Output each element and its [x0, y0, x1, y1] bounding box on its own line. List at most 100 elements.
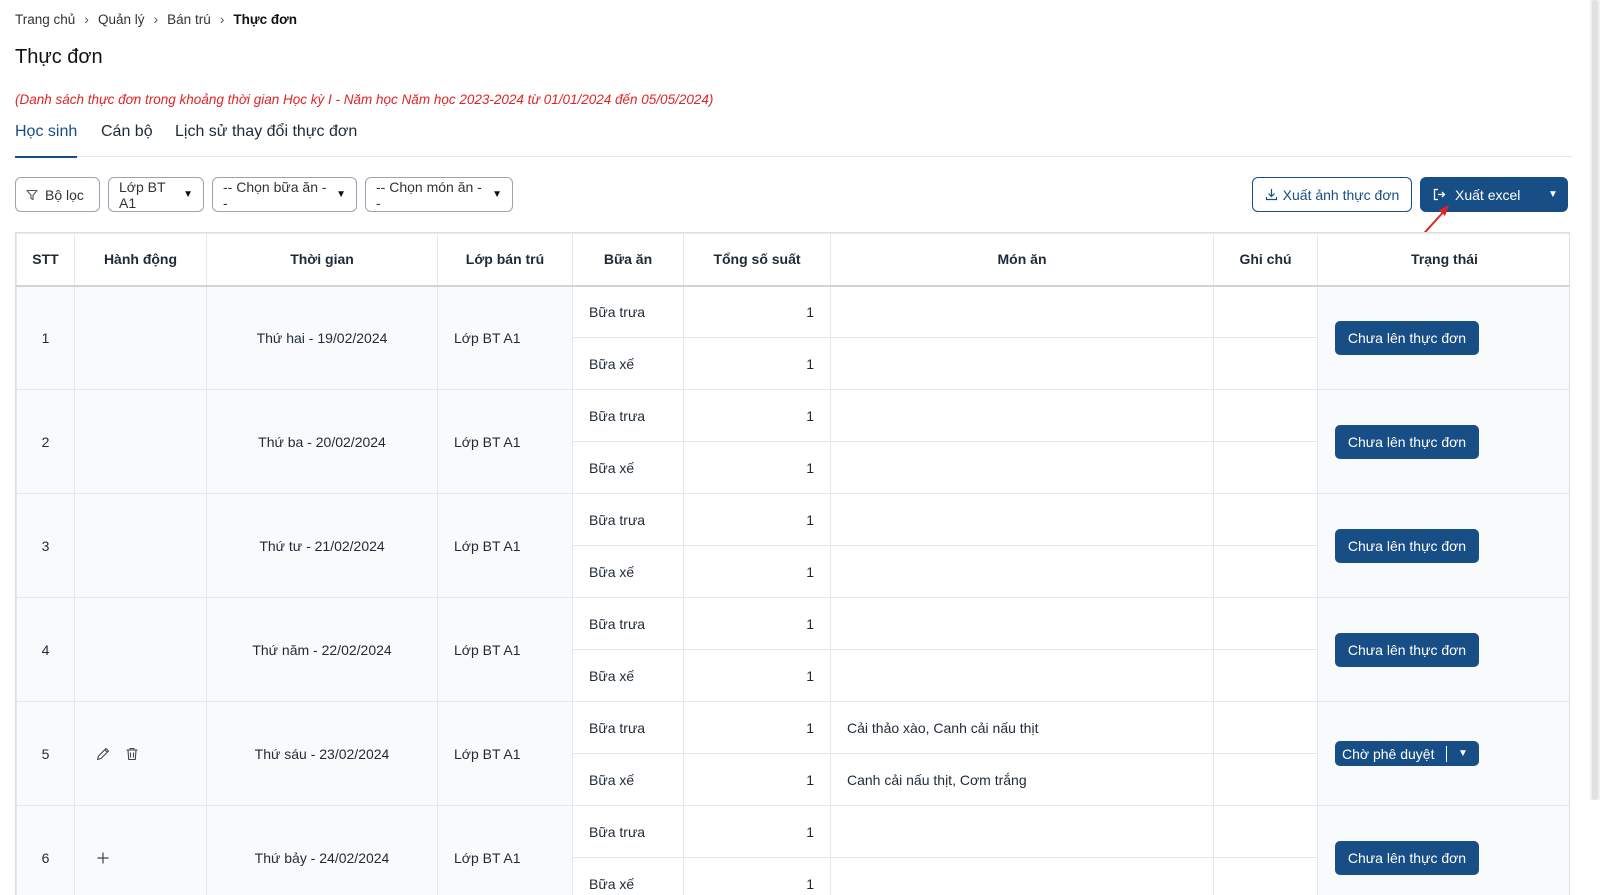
dish-select[interactable]: -- Chọn món ăn -- ▼: [365, 177, 513, 212]
col-header-total: Tổng số suất: [683, 233, 831, 287]
row-time: Thứ ba - 20/02/2024: [206, 389, 438, 494]
col-header-class: Lớp bán trú: [437, 233, 573, 287]
export-image-label: Xuất ảnh thực đơn: [1282, 186, 1400, 203]
status-dropdown-button[interactable]: Chờ phê duyệt ▼: [1335, 741, 1479, 766]
meal-qty: 1: [683, 441, 831, 494]
meal-qty: 1: [683, 649, 831, 702]
row-class: Lớp BT A1: [437, 285, 573, 390]
export-excel-label: Xuất excel: [1455, 186, 1521, 203]
meal-note: [1213, 805, 1318, 858]
status-button[interactable]: Chưa lên thực đơn: [1335, 632, 1479, 667]
meal-dish: Cải thảo xào, Canh cải nấu thịt: [830, 701, 1214, 754]
col-header-note: Ghi chú: [1213, 233, 1318, 287]
meal-qty: 1: [683, 701, 831, 754]
filter-button[interactable]: Bộ lọc: [15, 177, 100, 212]
export-image-button[interactable]: Xuất ảnh thực đơn: [1252, 177, 1412, 212]
meal-qty: 1: [683, 753, 831, 806]
col-header-dish: Món ăn: [830, 233, 1214, 287]
chevron-right-icon: ›: [219, 11, 225, 27]
period-description: (Danh sách thực đơn trong khoảng thời gi…: [15, 92, 714, 107]
class-select[interactable]: Lớp BT A1 ▼: [108, 177, 204, 212]
col-header-time: Thời gian: [206, 233, 438, 287]
meal-qty: 1: [683, 493, 831, 546]
breadcrumb-current: Thực đơn: [233, 11, 297, 27]
dish-select-value: -- Chọn món ăn --: [376, 178, 482, 211]
meal-note: [1213, 441, 1318, 494]
filter-button-label: Bộ lọc: [45, 186, 84, 203]
meal-note: [1213, 337, 1318, 390]
row-stt: 4: [16, 597, 75, 702]
meal-qty: 1: [683, 389, 831, 442]
row-time: Thứ hai - 19/02/2024: [206, 285, 438, 390]
row-status: Chưa lên thực đơn: [1317, 285, 1569, 390]
meal-name: Bữa trưa: [572, 285, 684, 338]
meal-note: [1213, 857, 1318, 895]
row-time: Thứ bảy - 24/02/2024: [206, 805, 438, 895]
table-row: 3 Thứ tư - 21/02/2024 Lớp BT A1 Bữa trưa…: [16, 493, 1569, 598]
row-stt: 5: [16, 701, 75, 806]
row-actions: [74, 389, 207, 494]
breadcrumb: Trang chủ › Quản lý › Bán trú › Thực đơn: [15, 11, 297, 27]
row-stt: 1: [16, 285, 75, 390]
chevron-down-icon: ▼: [183, 189, 193, 200]
meal-qty: 1: [683, 597, 831, 650]
chevron-down-icon[interactable]: ▼: [1447, 748, 1479, 759]
meal-select-value: -- Chọn bữa ăn --: [223, 178, 327, 211]
col-header-meal: Bữa ăn: [572, 233, 684, 287]
status-button[interactable]: Chưa lên thực đơn: [1335, 528, 1479, 563]
scrollbar-thumb[interactable]: [1592, 0, 1598, 800]
meal-name: Bữa trưa: [572, 701, 684, 754]
row-time: Thứ sáu - 23/02/2024: [206, 701, 438, 806]
meal-dish: [830, 545, 1214, 598]
meal-qty: 1: [683, 337, 831, 390]
meal-name: Bữa trưa: [572, 493, 684, 546]
row-actions: [74, 493, 207, 598]
table-row: 4 Thứ năm - 22/02/2024 Lớp BT A1 Bữa trư…: [16, 597, 1569, 702]
meal-dish: [830, 649, 1214, 702]
status-button[interactable]: Chưa lên thực đơn: [1335, 840, 1479, 875]
tab-bar: Học sinh Cán bộ Lịch sử thay đổi thực đơ…: [15, 122, 1572, 158]
row-actions: [74, 285, 207, 390]
status-button[interactable]: Chưa lên thực đơn: [1335, 424, 1479, 459]
plus-icon[interactable]: [95, 850, 111, 866]
pencil-icon[interactable]: [95, 746, 111, 762]
tab-students[interactable]: Học sinh: [15, 122, 78, 158]
tab-menu-history[interactable]: Lịch sử thay đổi thực đơn: [175, 122, 357, 157]
meal-note: [1213, 545, 1318, 598]
breadcrumb-management[interactable]: Quản lý: [98, 12, 145, 27]
row-status: Chưa lên thực đơn: [1317, 597, 1569, 702]
breadcrumb-home[interactable]: Trang chủ: [15, 12, 75, 27]
export-excel-main[interactable]: Xuất excel: [1420, 177, 1538, 212]
meal-dish: [830, 441, 1214, 494]
tab-staff[interactable]: Cán bộ: [101, 122, 153, 157]
export-excel-button[interactable]: Xuất excel ▼: [1420, 177, 1568, 212]
menu-table: STT Hành động Thời gian Lớp bán trú Bữa …: [15, 232, 1570, 895]
row-actions: [74, 597, 207, 702]
breadcrumb-boarding[interactable]: Bán trú: [167, 12, 211, 27]
col-header-status: Trạng thái: [1317, 233, 1569, 287]
row-time: Thứ năm - 22/02/2024: [206, 597, 438, 702]
meal-name: Bữa xế: [572, 441, 684, 494]
row-class: Lớp BT A1: [437, 597, 573, 702]
meal-note: [1213, 285, 1318, 338]
table-row: 1 Thứ hai - 19/02/2024 Lớp BT A1 Bữa trư…: [16, 285, 1569, 390]
meal-dish: [830, 285, 1214, 338]
class-select-value: Lớp BT A1: [119, 178, 166, 211]
caret-down-icon[interactable]: ▼: [1538, 177, 1568, 212]
row-status: Chưa lên thực đơn: [1317, 389, 1569, 494]
chevron-right-icon: ›: [84, 11, 89, 27]
trash-icon[interactable]: [124, 746, 140, 762]
meal-note: [1213, 701, 1318, 754]
col-header-actions: Hành động: [74, 233, 207, 287]
meal-dish: [830, 389, 1214, 442]
export-icon: [1433, 188, 1446, 201]
row-actions: [74, 701, 207, 806]
status-button[interactable]: Chưa lên thực đơn: [1335, 320, 1479, 355]
meal-select[interactable]: -- Chọn bữa ăn -- ▼: [212, 177, 357, 212]
row-class: Lớp BT A1: [437, 701, 573, 806]
download-icon: [1265, 189, 1277, 201]
meal-name: Bữa xế: [572, 545, 684, 598]
filter-icon: [26, 189, 38, 200]
page-scrollbar[interactable]: [1590, 0, 1600, 800]
row-actions: [74, 805, 207, 895]
